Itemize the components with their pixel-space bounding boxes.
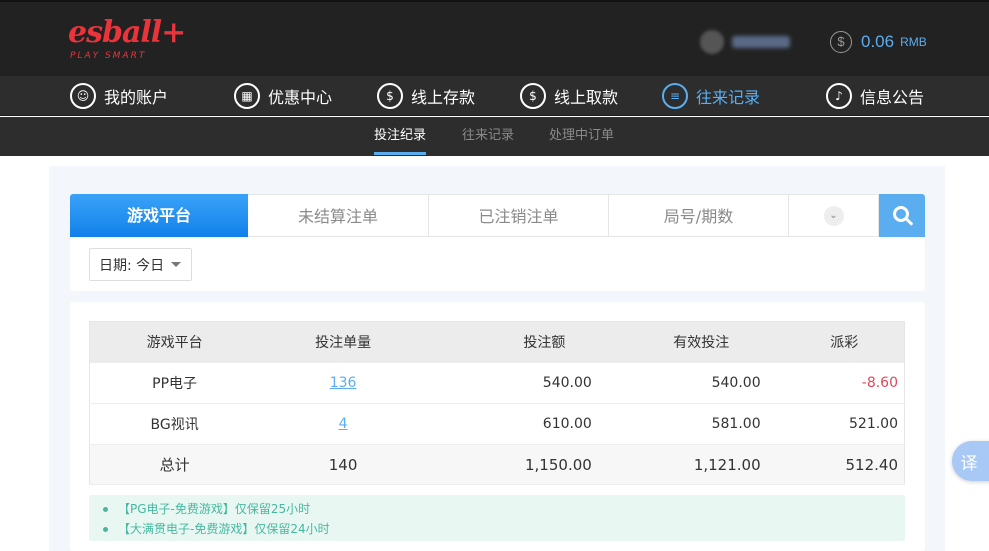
logo-text: esball+ <box>68 15 186 50</box>
top-header: esball+ PLAY SMART $ 0.06 RMB <box>0 0 989 76</box>
note-item: 【大满贯电子-免费游戏】仅保留24小时 <box>103 519 905 539</box>
nav-label: 我的账户 <box>104 88 169 107</box>
cell-bet: 540.00 <box>426 362 592 404</box>
note-text: 【大满贯电子-免费游戏】仅保留24小时 <box>118 522 330 536</box>
table-header-row: 游戏平台 投注单量 投注额 有效投注 派彩 <box>89 321 905 363</box>
cell-total-valid-bet: 1,121.00 <box>591 444 761 485</box>
tab-game-platform[interactable]: 游戏平台 <box>70 194 248 237</box>
cell-total-payout: 512.40 <box>760 444 905 485</box>
translate-button[interactable]: 译 <box>952 441 989 481</box>
cell-total-label: 总计 <box>89 444 260 485</box>
retention-notes: 【PG电子-免费游戏】仅保留25小时 【大满贯电子-免费游戏】仅保留24小时 <box>89 495 905 541</box>
cell-platform: BG视讯 <box>89 403 260 445</box>
search-button[interactable] <box>879 194 925 237</box>
tab-round-period[interactable]: 局号/期数 <box>609 194 789 237</box>
table-total-row: 总计 140 1,150.00 1,121.00 512.40 <box>89 444 905 485</box>
nav-item-my-account[interactable]: ☺ 我的账户 <box>70 82 168 110</box>
bell-icon: ♪ <box>826 83 852 109</box>
table-row: BG视讯 4 610.00 581.00 521.00 <box>89 403 905 445</box>
date-filter-label: 日期: 今日 <box>99 257 165 274</box>
col-header-valid-bet: 有效投注 <box>591 321 761 363</box>
cell-total-bet: 1,150.00 <box>426 444 592 485</box>
cell-total-count: 140 <box>259 444 427 485</box>
withdraw-icon: $ <box>520 83 546 109</box>
nav-item-deposit[interactable]: $ 线上存款 <box>377 82 475 110</box>
nav-item-withdraw[interactable]: $ 线上取款 <box>520 82 618 110</box>
avatar <box>700 30 724 54</box>
bet-count-link[interactable]: 4 <box>339 416 348 432</box>
main-nav: ☺ 我的账户 ▦ 优惠中心 $ 线上存款 $ 线上取款 ≡ 往来记录 ♪ 信息公… <box>0 76 989 116</box>
bullet-icon <box>103 506 108 512</box>
subnav-bet-records[interactable]: 投注纪录 <box>374 117 427 156</box>
caret-down-icon <box>171 262 182 267</box>
cell-valid-bet: 540.00 <box>591 362 761 404</box>
balance-amount: 0.06 <box>861 32 895 51</box>
balance-unit: RMB <box>900 35 927 49</box>
table-row: PP电子 136 540.00 540.00 -8.60 <box>89 362 905 404</box>
deposit-icon: $ <box>377 83 403 109</box>
note-text: 【PG电子-免费游戏】仅保留25小时 <box>118 502 311 516</box>
nav-label: 优惠中心 <box>268 88 333 107</box>
logo-tagline: PLAY SMART <box>70 51 147 61</box>
chevron-down-icon: ⌄ <box>823 205 844 226</box>
col-header-count: 投注单量 <box>259 321 427 363</box>
cell-count: 4 <box>259 403 427 445</box>
user-info-blurred[interactable] <box>700 30 792 54</box>
nav-label: 信息公告 <box>860 88 925 107</box>
username-blurred <box>732 36 790 48</box>
nav-label: 线上存款 <box>411 88 476 107</box>
more-tabs-button[interactable]: ⌄ <box>789 194 879 237</box>
filter-tabs: 游戏平台 未结算注单 已注销注单 局号/期数 ⌄ <box>70 194 925 237</box>
nav-item-announcements[interactable]: ♪ 信息公告 <box>826 82 924 110</box>
cell-count: 136 <box>259 362 427 404</box>
search-icon <box>892 206 909 222</box>
tab-cancelled-bets[interactable]: 已注销注单 <box>429 194 609 237</box>
tab-unsettled-bets[interactable]: 未结算注单 <box>248 194 429 237</box>
nav-item-promotions[interactable]: ▦ 优惠中心 <box>234 82 332 110</box>
balance-display: $ 0.06 RMB <box>830 30 927 54</box>
bullet-icon <box>103 526 108 532</box>
nav-label: 往来记录 <box>696 88 761 107</box>
cell-payout: 521.00 <box>760 403 905 445</box>
date-filter-select[interactable]: 日期: 今日 <box>89 248 192 281</box>
col-header-payout: 派彩 <box>760 321 905 363</box>
subnav-transaction-records[interactable]: 往来记录 <box>462 117 514 156</box>
subnav-pending-orders[interactable]: 处理中订单 <box>549 117 614 156</box>
cell-bet: 610.00 <box>426 403 592 445</box>
bet-count-link[interactable]: 136 <box>330 375 357 391</box>
records-icon: ≡ <box>662 83 688 109</box>
cell-valid-bet: 581.00 <box>591 403 761 445</box>
dollar-coin-icon: $ <box>830 31 852 53</box>
site-logo[interactable]: esball+ PLAY SMART <box>68 16 186 64</box>
cell-payout: -8.60 <box>760 362 905 404</box>
nav-item-records[interactable]: ≡ 往来记录 <box>662 82 760 110</box>
cell-platform: PP电子 <box>89 362 260 404</box>
translate-icon: 译 <box>960 453 978 474</box>
note-item: 【PG电子-免费游戏】仅保留25小时 <box>103 499 905 519</box>
user-icon: ☺ <box>70 83 96 109</box>
bet-records-table: 游戏平台 投注单量 投注额 有效投注 派彩 PP电子 136 540.00 54… <box>89 321 905 485</box>
nav-label: 线上取款 <box>554 88 619 107</box>
col-header-bet: 投注额 <box>426 321 592 363</box>
col-header-platform: 游戏平台 <box>89 321 260 363</box>
gift-icon: ▦ <box>234 83 260 109</box>
sub-nav: 投注纪录 往来记录 处理中订单 <box>0 117 989 156</box>
